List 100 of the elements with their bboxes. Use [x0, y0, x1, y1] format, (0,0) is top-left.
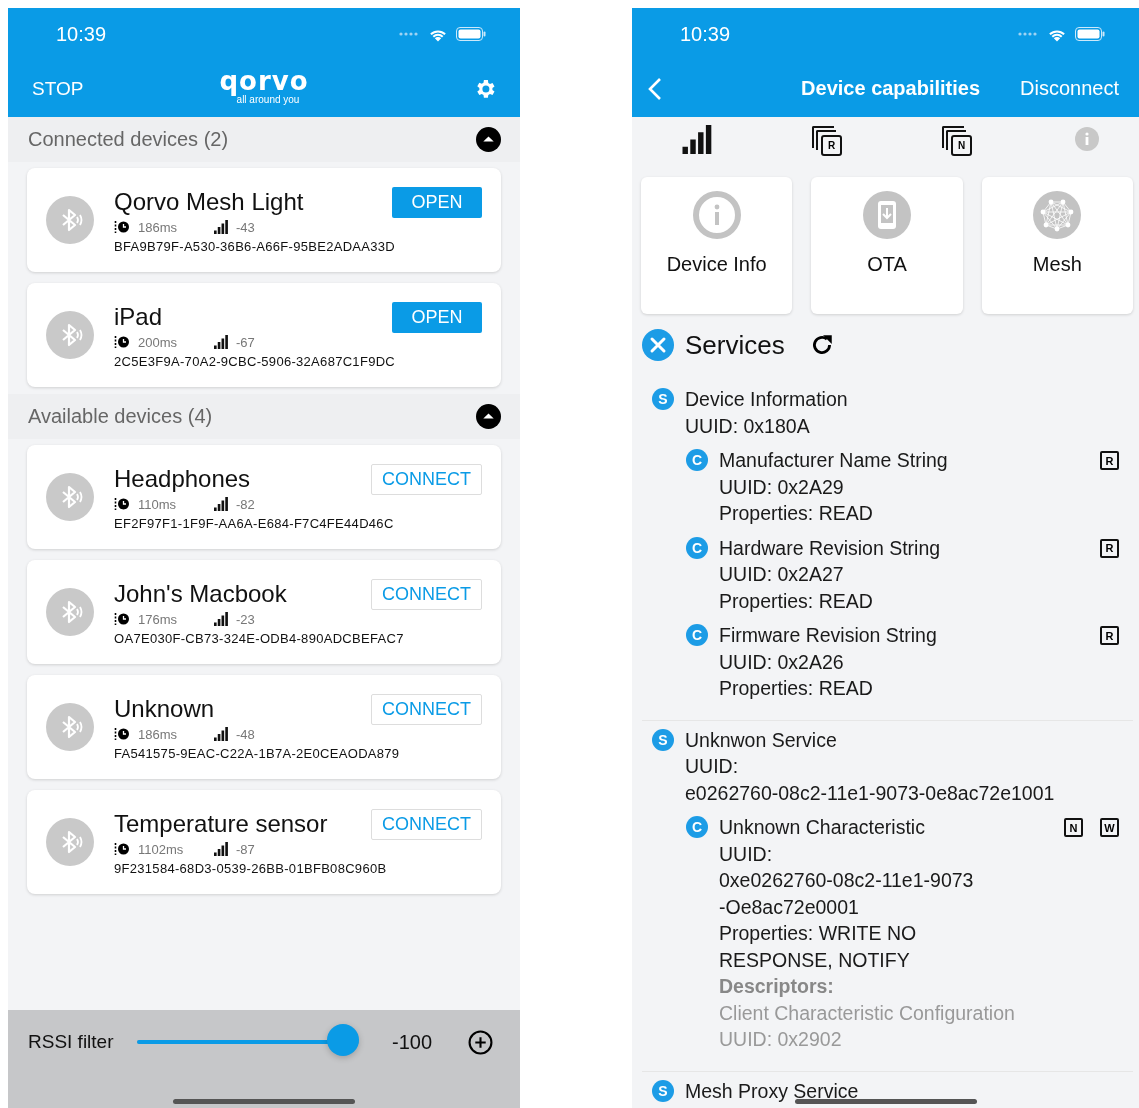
device-name: John's Macbook: [114, 578, 287, 609]
interval-text: 186ms: [138, 219, 179, 235]
device-card[interactable]: John's Macbook CONNECT 176ms -23 OA7E030F-CB73-324E-ODB4-890ADCBEFAC7: [27, 560, 501, 664]
cellular-icon: [1017, 31, 1039, 37]
device-uuid: OA7E030F-CB73-324E-ODB4-890ADCBEFAC7: [114, 630, 405, 646]
interval-text: 176ms: [138, 611, 179, 627]
characteristic-detail: -Oe8ac72e0001: [719, 894, 859, 920]
property-badge: R: [1100, 451, 1119, 470]
device-uuid: FA541575-9EAC-C22A-1B7A-2E0CEAODA879: [114, 745, 401, 761]
characteristic-detail: 0xe0262760-08c2-11e1-9073: [719, 868, 974, 893]
bluetooth-icon: [46, 196, 94, 244]
device-name: Temperature sensor: [114, 808, 328, 839]
status-time: 10:39: [56, 22, 107, 46]
signal-icon: [214, 335, 228, 349]
rssi-text: -48: [236, 726, 255, 742]
clock-icon: [114, 220, 130, 234]
property-badge: N: [1064, 818, 1083, 837]
device-card[interactable]: Temperature sensor CONNECT 1102ms -87 9F231584-68D3-0539-26BB-01BFB08C960B: [27, 790, 501, 894]
property-badge: R: [1100, 538, 1119, 558]
rssi-text: -87: [236, 841, 255, 857]
type-badge: S: [652, 388, 674, 410]
rssi-text: -67: [236, 334, 255, 350]
characteristic-detail: UUID: 0x2A27: [719, 562, 844, 587]
service-detail: UUID:: [685, 754, 739, 779]
clock-icon: [114, 335, 130, 349]
bluetooth-icon: [46, 311, 94, 359]
characteristic-name: Unknown Characteristic: [719, 815, 925, 840]
status-time: 10:39: [680, 22, 731, 46]
type-badge: C: [686, 816, 708, 838]
characteristic-detail: UUID:: [719, 841, 773, 867]
device-name: Qorvo Mesh Light: [114, 186, 304, 217]
type-badge: C: [686, 449, 708, 471]
signal-icon: [214, 220, 228, 234]
characteristic-detail: Properties: READ: [719, 676, 873, 701]
characteristic-detail: RESPONSE, NOTIFY: [719, 947, 910, 973]
characteristic-name: Hardware Revision String: [719, 535, 941, 561]
device-card[interactable]: Qorvo Mesh Light OPEN 186ms -43 BFA9B79F-A530-36B6-A66F-95BE2ADAA33D: [27, 168, 501, 272]
filter-value: -100: [392, 1030, 434, 1054]
network-icon: [1033, 191, 1082, 239]
characteristic-name: Manufacturer Name String: [719, 448, 948, 473]
feature-tile[interactable]: Mesh: [981, 177, 1133, 314]
signal-icon: [214, 727, 228, 741]
device-card[interactable]: iPad OPEN 200ms -67 2C5E3F9A-70A2-9CBC-5906-32A687C1F9DC: [27, 283, 501, 387]
interval-text: 200ms: [138, 334, 179, 350]
cellular-icon: [398, 31, 420, 37]
service-name: Unknwon Service: [685, 727, 837, 753]
type-badge: C: [686, 624, 708, 646]
back-icon[interactable]: [648, 76, 662, 101]
characteristic-detail: Properties: WRITE NO: [719, 921, 917, 946]
filter-label: RSSI filter: [28, 1031, 115, 1053]
descriptors-label: Descriptors:: [719, 974, 834, 999]
interval-text: 1102ms: [138, 841, 185, 857]
interval-text: 110ms: [138, 496, 178, 512]
characteristic-name: Firmware Revision String: [719, 623, 937, 648]
collapse-icon[interactable]: [476, 127, 501, 152]
characteristic-detail: UUID: 0x2A26: [719, 649, 844, 675]
device-uuid: EF2F97F1-1F9F-AA6A-E684-F7C4FE44D46C: [114, 515, 395, 531]
characteristic-detail: Properties: READ: [719, 501, 873, 526]
collapse-icon[interactable]: [476, 404, 501, 429]
phone-download-icon: [863, 191, 911, 239]
device-uuid: 2C5E3F9A-70A2-9CBC-5906-32A687C1F9DC: [114, 353, 397, 369]
add-icon[interactable]: [468, 1029, 493, 1055]
bluetooth-icon: [46, 818, 94, 866]
clock-icon: [114, 497, 130, 511]
clock-icon: [114, 842, 130, 856]
feature-tile[interactable]: OTA: [811, 177, 963, 314]
clock-icon: [114, 727, 130, 741]
signal-icon: [214, 612, 228, 626]
battery-icon: [1075, 27, 1105, 41]
feature-tile[interactable]: Device Info: [641, 177, 793, 314]
type-badge: S: [652, 728, 674, 751]
tools-icon: [642, 329, 674, 361]
section-title: Connected devices (2): [28, 128, 229, 151]
bluetooth-icon: [46, 473, 94, 521]
property-badge: R: [1100, 626, 1119, 645]
device-name: Unknown: [114, 693, 215, 724]
service-detail: e0262760-08c2-11e1-9073-0e8ac72e1001: [685, 780, 1055, 806]
bluetooth-icon: [46, 588, 94, 636]
section-header[interactable]: Available devices (4): [8, 394, 520, 439]
type-badge: S: [652, 1079, 674, 1102]
characteristic-detail: UUID: 0x2A29: [719, 474, 844, 500]
descriptor-name: Client Characteristic Configuration: [719, 1000, 1015, 1026]
bluetooth-icon: [46, 703, 94, 751]
descriptor-uuid: UUID: 0x2902: [719, 1027, 842, 1052]
rssi-text: -23: [236, 611, 255, 627]
logo: qorvo: [219, 68, 309, 94]
interval-text: 186ms: [138, 726, 179, 742]
device-name: iPad: [114, 301, 163, 332]
device-card[interactable]: Unknown CONNECT 186ms -48 FA541575-9EAC-C22A-1B7A-2E0CEAODA879: [27, 675, 501, 779]
device-uuid: BFA9B79F-A530-36B6-A66F-95BE2ADAA33D: [114, 238, 397, 254]
signal-icon[interactable]: [682, 124, 712, 154]
rssi-text: -82: [236, 496, 255, 512]
screen-title: Device capabilities: [801, 77, 981, 100]
info-icon: [692, 191, 741, 239]
section-title: Services: [685, 329, 785, 361]
signal-icon: [214, 497, 228, 511]
section-header[interactable]: Connected devices (2): [8, 117, 520, 162]
type-badge: C: [686, 536, 708, 559]
service-name: Mesh Proxy Service: [685, 1078, 859, 1104]
device-card[interactable]: Headphones CONNECT 110ms -82 EF2F97F1-1F9F-AA6A-E684-F7C4FE44D46C: [27, 445, 501, 549]
